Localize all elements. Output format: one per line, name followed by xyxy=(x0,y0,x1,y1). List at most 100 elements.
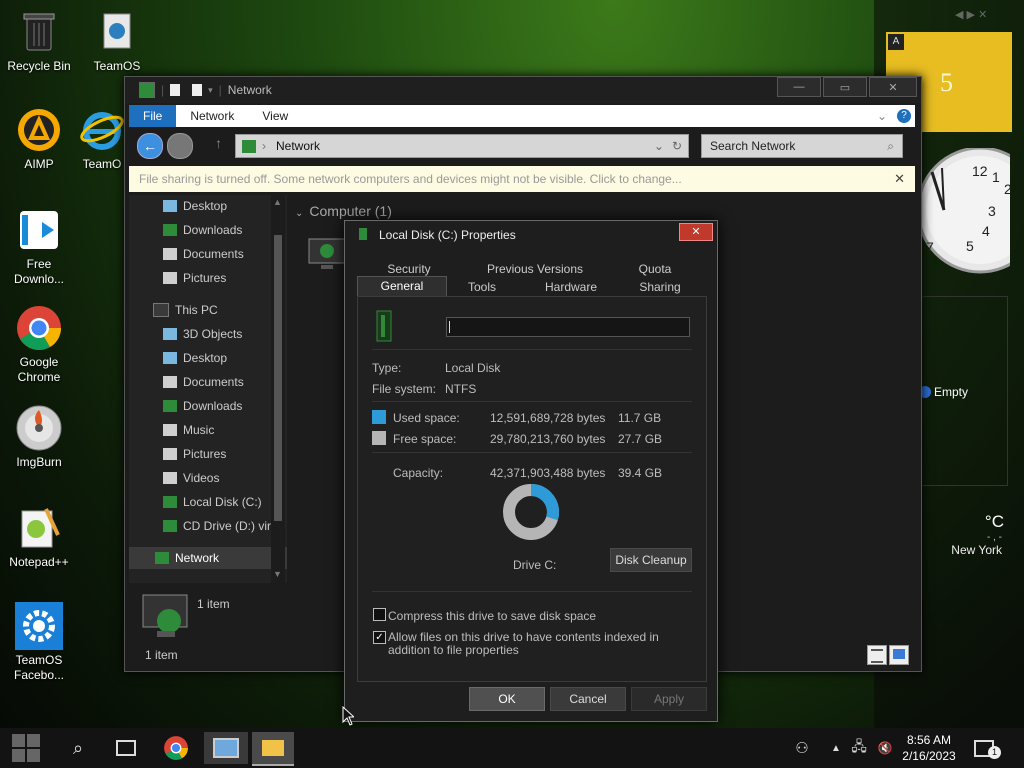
compress-checkbox[interactable] xyxy=(373,608,386,621)
separator xyxy=(372,452,692,453)
windows-logo-icon xyxy=(12,734,40,762)
nav-scrollbar[interactable]: ▲ ▼ xyxy=(271,195,285,583)
tab-quota[interactable]: Quota xyxy=(625,262,685,276)
index-checkbox[interactable]: ✓ xyxy=(373,631,386,644)
nav-item-this-pc[interactable]: This PC xyxy=(129,299,293,321)
videos-folder-icon xyxy=(163,472,177,484)
new-folder-quick-icon[interactable] xyxy=(192,84,203,96)
ribbon-expand-icon[interactable]: ⌄ xyxy=(877,109,887,123)
volume-button[interactable]: 🔇 xyxy=(872,732,898,764)
dialog-close-button[interactable]: ✕ xyxy=(679,223,713,241)
scroll-down-icon[interactable]: ▼ xyxy=(273,569,282,579)
properties-quick-icon[interactable] xyxy=(170,84,181,96)
nav-item-label: Local Disk (C:) xyxy=(183,495,262,509)
tab-hardware[interactable]: Hardware xyxy=(531,280,611,294)
weather-dash: - , - xyxy=(987,532,1002,543)
desktop-icon-aimp[interactable]: AIMP xyxy=(2,106,76,172)
tab-sharing[interactable]: Sharing xyxy=(625,280,695,294)
search-button[interactable]: ⌕ xyxy=(58,732,98,764)
desktop-icon-notepadpp[interactable]: Notepad++ xyxy=(2,504,76,570)
desktop-icon-label: TeamOS xyxy=(93,59,141,73)
document-icon xyxy=(93,8,141,56)
disk-cleanup-button[interactable]: Disk Cleanup xyxy=(610,548,692,572)
recycle-bin-icon xyxy=(15,8,63,56)
tab-content-panel: Type: Local Disk File system: NTFS Used … xyxy=(357,296,707,682)
disc-icon xyxy=(15,404,63,452)
task-view-button[interactable] xyxy=(106,732,146,764)
details-view-button[interactable] xyxy=(867,645,887,665)
recycle-widget[interactable]: Empty xyxy=(916,296,1008,486)
forward-button[interactable] xyxy=(167,133,193,159)
filesystem-label: File system: xyxy=(372,382,437,396)
desktop-icon-free-download[interactable]: Free Downlo... xyxy=(2,206,76,287)
mouse-cursor xyxy=(342,705,356,729)
network-tray-button[interactable]: 🖧 xyxy=(846,732,872,764)
tab-previous-versions[interactable]: Previous Versions xyxy=(475,262,595,276)
desktop-icon-recycle-bin[interactable]: Recycle Bin xyxy=(2,8,76,74)
downloads-folder-icon xyxy=(163,224,177,236)
action-center-button[interactable]: 1 xyxy=(964,732,1004,764)
weather-widget[interactable]: °C - , - New York xyxy=(922,512,1008,566)
info-bar[interactable]: File sharing is turned off. Some network… xyxy=(129,166,915,192)
scroll-up-icon[interactable]: ▲ xyxy=(273,197,282,207)
drive-name-input[interactable] xyxy=(446,317,690,337)
nav-item-label: Pictures xyxy=(183,447,227,461)
taskbar-control-panel[interactable] xyxy=(204,732,248,764)
address-dropdown-icon[interactable]: ⌄ xyxy=(654,139,664,153)
desktop-icon-teamos-facebook[interactable]: TeamOS Facebo... xyxy=(2,602,76,683)
scroll-thumb[interactable] xyxy=(274,235,282,521)
up-button[interactable]: ↑ xyxy=(215,135,222,151)
desktop-icon-google-chrome[interactable]: Google Chrome xyxy=(2,304,76,385)
nav-item-label: Documents xyxy=(183,247,244,261)
computer-item[interactable] xyxy=(307,235,347,275)
tab-view[interactable]: View xyxy=(248,105,302,127)
quick-access-dropdown-icon[interactable]: ▾ xyxy=(208,85,213,96)
clock-numeral: 3 xyxy=(988,203,996,219)
group-header[interactable]: ⌄ Computer (1) xyxy=(295,203,392,219)
tab-security[interactable]: Security xyxy=(373,262,445,276)
large-icons-view-button[interactable] xyxy=(889,645,909,665)
desktop-icon-teamos[interactable]: TeamOS xyxy=(80,8,154,74)
close-icon[interactable]: ✕ xyxy=(978,9,987,21)
clock-widget[interactable]: 12 1 2 3 4 5 7 xyxy=(914,146,1024,278)
help-icon[interactable]: ? xyxy=(897,109,911,123)
large-icons-view-icon xyxy=(893,649,905,659)
dialog-titlebar[interactable]: Local Disk (C:) Properties ✕ xyxy=(345,221,717,247)
tab-general[interactable]: General xyxy=(357,276,447,297)
nav-item-label: Music xyxy=(183,423,215,437)
cancel-button[interactable]: Cancel xyxy=(550,687,626,711)
nav-item-network[interactable]: Network xyxy=(129,547,287,569)
ok-button[interactable]: OK xyxy=(469,687,545,711)
maximize-button[interactable]: ▭ xyxy=(823,77,867,97)
clock-numeral: 5 xyxy=(966,238,974,254)
dialog-title: Local Disk (C:) Properties xyxy=(379,228,516,242)
chevron-down-icon: ⌄ xyxy=(295,208,304,219)
tab-tools[interactable]: Tools xyxy=(449,280,515,294)
clock[interactable]: 8:56 AM 2/16/2023 xyxy=(898,732,960,764)
close-button[interactable]: ✕ xyxy=(869,77,917,97)
chevron-left-icon[interactable]: ◀ xyxy=(955,9,963,21)
minimize-button[interactable]: — xyxy=(777,77,821,97)
info-bar-close-icon[interactable]: ✕ xyxy=(894,171,905,187)
index-label: Allow files on this drive to have conten… xyxy=(388,630,659,657)
desktop-icon-imgburn[interactable]: ImgBurn xyxy=(2,404,76,470)
nav-item-label: Pictures xyxy=(183,271,227,285)
tab-network[interactable]: Network xyxy=(176,105,248,127)
refresh-icon[interactable]: ↻ xyxy=(672,139,682,153)
address-bar[interactable]: › Network ⌄ ↻ xyxy=(235,134,689,158)
taskbar-file-explorer[interactable] xyxy=(252,732,294,766)
taskbar-chrome[interactable] xyxy=(156,732,196,764)
3d-objects-folder-icon xyxy=(163,328,177,340)
tab-file[interactable]: File xyxy=(129,105,177,127)
start-button[interactable] xyxy=(6,732,46,764)
chevron-right-icon[interactable]: ▶ xyxy=(967,9,975,21)
search-input[interactable]: Search Network ⌕ xyxy=(701,134,903,158)
desktop-icon-label: Recycle Bin xyxy=(7,59,71,73)
info-bar-text: File sharing is turned off. Some network… xyxy=(139,172,682,186)
notification-count: 1 xyxy=(988,746,1001,759)
arrow-left-icon: ← xyxy=(143,138,157,154)
back-button[interactable]: ← xyxy=(137,133,163,159)
desktop-icon-label: Free Downlo... xyxy=(13,257,65,286)
pictures-folder-icon xyxy=(163,448,177,460)
apply-button[interactable]: Apply xyxy=(631,687,707,711)
